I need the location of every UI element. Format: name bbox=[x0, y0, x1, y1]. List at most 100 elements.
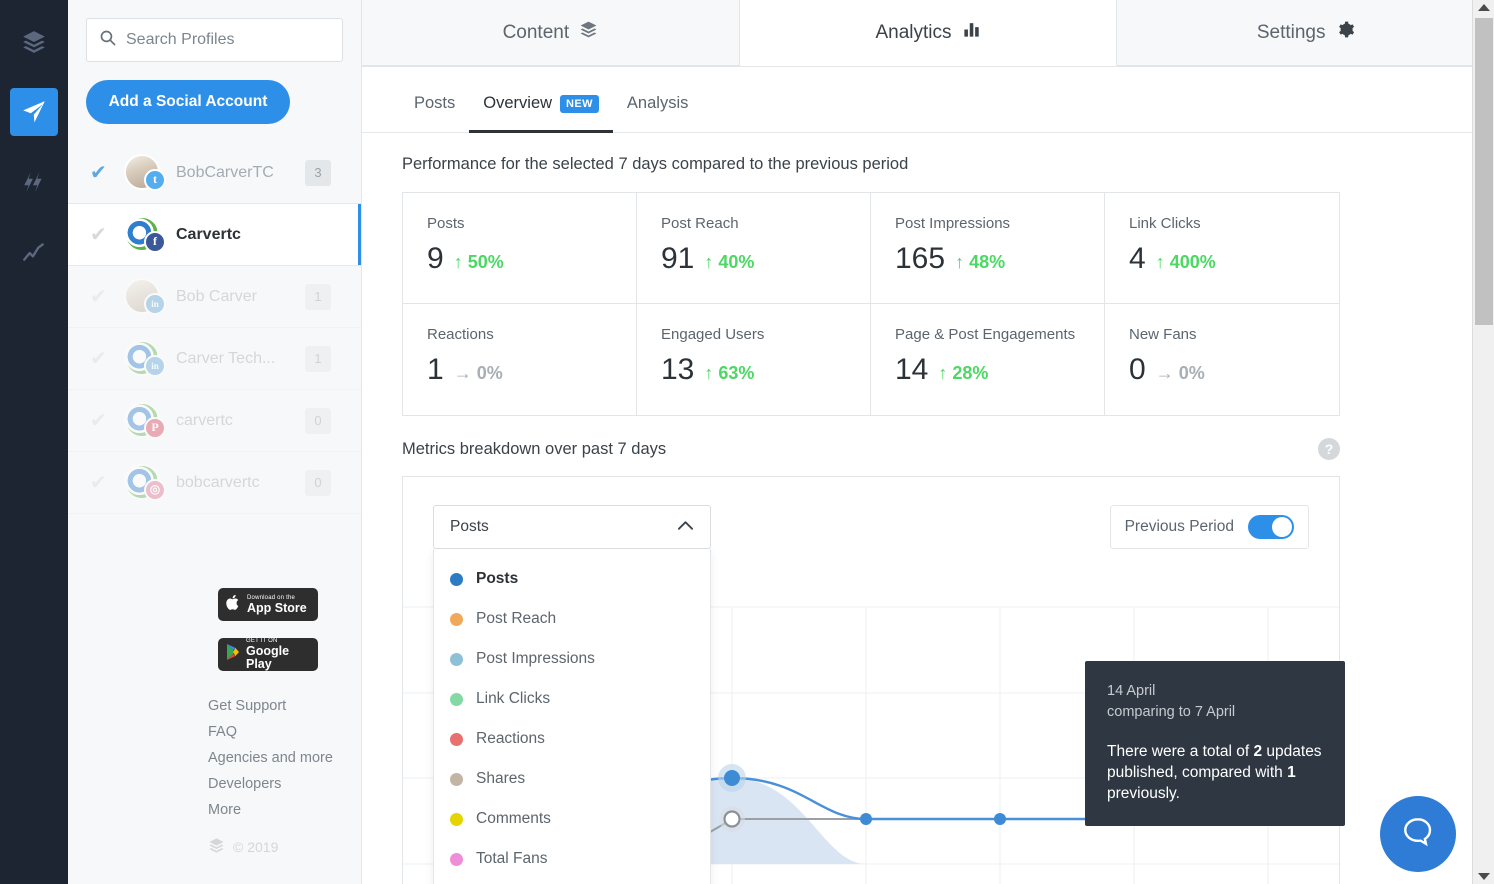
option-label: Posts bbox=[476, 570, 518, 588]
metric-card: Post Impressions165↑ 48% bbox=[871, 193, 1105, 304]
rail-item-analyze[interactable] bbox=[10, 228, 58, 276]
profile-row[interactable]: ✔inCarver Tech...1 bbox=[68, 328, 361, 390]
network-badge-icon: in bbox=[144, 293, 166, 315]
tooltip-date: 14 April bbox=[1107, 681, 1323, 702]
footer-link[interactable]: Agencies and more bbox=[208, 745, 361, 771]
metric-select-value: Posts bbox=[450, 518, 489, 536]
subtab-analysis[interactable]: Analysis bbox=[613, 94, 702, 132]
dropdown-option[interactable]: New Fans bbox=[434, 879, 710, 884]
tooltip-bold-2: 1 bbox=[1287, 764, 1296, 781]
main-area: ContentAnalytics Settings Posts OverviewNE… bbox=[362, 0, 1494, 884]
footer-link[interactable]: FAQ bbox=[208, 719, 361, 745]
previous-period-label: Previous Period bbox=[1125, 518, 1234, 536]
metric-card: Page & Post Engagements14↑ 28% bbox=[871, 304, 1105, 415]
metric-select[interactable]: Posts bbox=[433, 505, 711, 549]
profile-count-badge: 1 bbox=[305, 284, 331, 310]
apple-icon bbox=[225, 593, 242, 617]
network-badge-icon: ◎ bbox=[144, 479, 166, 501]
rail-item-reply[interactable] bbox=[10, 158, 58, 206]
network-badge-icon: P bbox=[144, 417, 166, 439]
new-badge: NEW bbox=[560, 95, 599, 113]
dropdown-option[interactable]: Comments bbox=[434, 799, 710, 839]
profile-list: ✔tBobCarverTC3✔fCarvertc✔inBob Carver1✔i… bbox=[68, 142, 361, 514]
scroll-up-arrow-icon[interactable] bbox=[1478, 4, 1490, 11]
profile-name: bobcarvertc bbox=[168, 474, 305, 492]
profile-row[interactable]: ✔ fCarvertc bbox=[68, 204, 361, 266]
previous-period-toggle[interactable]: Previous Period bbox=[1110, 505, 1309, 549]
metric-card-delta: ↑ 63% bbox=[704, 363, 754, 384]
help-beacon-button[interactable] bbox=[1380, 796, 1456, 872]
profile-name: Carvertc bbox=[168, 226, 305, 244]
tooltip-text-1: There were a total of bbox=[1107, 743, 1253, 760]
footer-link[interactable]: More bbox=[208, 797, 361, 823]
search-box[interactable] bbox=[86, 18, 343, 62]
scrollbar-thumb[interactable] bbox=[1475, 18, 1493, 325]
option-label: Post Impressions bbox=[476, 650, 595, 668]
profile-check-icon[interactable]: ✔ bbox=[90, 225, 124, 245]
dropdown-option[interactable]: Link Clicks bbox=[434, 679, 710, 719]
profile-check-icon[interactable]: ✔ bbox=[90, 411, 124, 431]
help-icon[interactable]: ? bbox=[1318, 438, 1340, 460]
dropdown-option[interactable]: Reactions bbox=[434, 719, 710, 759]
metric-card-row: 14↑ 28% bbox=[895, 353, 1080, 387]
add-social-account-button[interactable]: Add a Social Account bbox=[86, 80, 290, 124]
profile-row[interactable]: ✔inBob Carver1 bbox=[68, 266, 361, 328]
topnav-item-content[interactable]: Content bbox=[362, 0, 740, 66]
topnav-item-analytics[interactable]: Analytics bbox=[740, 0, 1118, 66]
profile-check-icon[interactable]: ✔ bbox=[90, 473, 124, 493]
metric-card-label: Post Reach bbox=[661, 215, 846, 232]
layers-icon bbox=[21, 29, 47, 55]
network-badge-icon: t bbox=[144, 169, 166, 191]
footer-link[interactable]: Get Support bbox=[208, 693, 361, 719]
rail-item-publish[interactable] bbox=[10, 88, 58, 136]
option-label: Comments bbox=[476, 810, 551, 828]
vertical-scrollbar[interactable] bbox=[1472, 0, 1494, 884]
topnav-item-settings[interactable]: Settings bbox=[1117, 0, 1494, 66]
profile-check-icon[interactable]: ✔ bbox=[90, 349, 124, 369]
store-badges: Download on the App Store GET IT ON bbox=[218, 588, 361, 671]
chevron-up-icon bbox=[677, 518, 694, 536]
topnav-label: Settings bbox=[1257, 22, 1326, 44]
scroll-down-arrow-icon[interactable] bbox=[1478, 873, 1490, 880]
metric-card: Link Clicks4↑ 400% bbox=[1105, 193, 1339, 304]
metric-card: Posts9↑ 50% bbox=[403, 193, 637, 304]
search-input[interactable] bbox=[126, 31, 330, 49]
app-store-line2: App Store bbox=[247, 602, 307, 615]
profile-check-icon[interactable]: ✔ bbox=[90, 287, 124, 307]
profile-row[interactable]: ✔◎bobcarvertc0 bbox=[68, 452, 361, 514]
dropdown-option[interactable]: Post Impressions bbox=[434, 639, 710, 679]
metric-dropdown[interactable]: Posts Post Reach Post Impressions Link Clic… bbox=[433, 549, 711, 884]
network-badge-icon: f bbox=[144, 231, 166, 253]
dropdown-option[interactable]: Post Reach bbox=[434, 599, 710, 639]
dropdown-option[interactable]: Total Fans bbox=[434, 839, 710, 879]
subtab-overview[interactable]: OverviewNEW bbox=[469, 94, 613, 132]
google-play-line2: Google Play bbox=[246, 645, 311, 671]
metric-card-row: 13↑ 63% bbox=[661, 353, 846, 387]
rail-item-buffer[interactable] bbox=[10, 18, 58, 66]
layers-icon bbox=[579, 20, 598, 45]
profile-row[interactable]: ✔Pcarvertc0 bbox=[68, 390, 361, 452]
dropdown-option[interactable]: Shares bbox=[434, 759, 710, 799]
profile-name: Carver Tech... bbox=[168, 350, 305, 368]
metric-card-value: 0 bbox=[1129, 353, 1146, 387]
metric-card-label: Post Impressions bbox=[895, 215, 1080, 232]
metric-card-label: Reactions bbox=[427, 326, 612, 343]
search-icon bbox=[99, 29, 116, 51]
footer-links: Get SupportFAQAgencies and moreDeveloper… bbox=[208, 693, 361, 823]
dropdown-option[interactable]: Posts bbox=[434, 559, 710, 599]
copyright: © 2019 bbox=[208, 837, 361, 857]
tooltip-bold-1: 2 bbox=[1253, 743, 1262, 760]
profile-count-badge: 0 bbox=[305, 408, 331, 434]
profile-check-icon[interactable]: ✔ bbox=[90, 163, 124, 183]
profile-row[interactable]: ✔tBobCarverTC3 bbox=[68, 142, 361, 204]
footer-link[interactable]: Developers bbox=[208, 771, 361, 797]
metric-card-value: 9 bbox=[427, 242, 444, 276]
subtab-posts[interactable]: Posts bbox=[400, 94, 469, 132]
previous-period-switch[interactable] bbox=[1248, 515, 1294, 539]
subtab-label: Posts bbox=[414, 94, 455, 113]
metric-card: Reactions1→ 0% bbox=[403, 304, 637, 415]
google-play-icon bbox=[225, 643, 241, 666]
app-store-badge[interactable]: Download on the App Store bbox=[218, 588, 318, 621]
gear-icon bbox=[1336, 20, 1355, 45]
google-play-badge[interactable]: GET IT ON Google Play bbox=[218, 638, 318, 671]
